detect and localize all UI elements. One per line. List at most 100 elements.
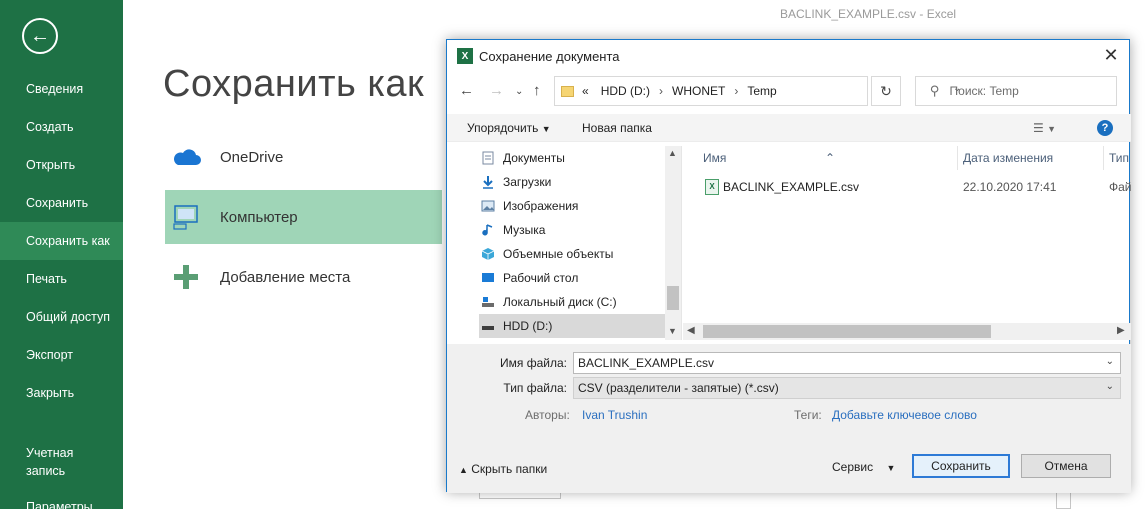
search-input[interactable]: ⚲ Поиск: Temp bbox=[915, 76, 1117, 106]
scroll-down-icon[interactable]: ▼ bbox=[668, 326, 677, 336]
column-name[interactable]: Имя bbox=[703, 151, 726, 165]
plus-icon bbox=[171, 262, 201, 292]
sidebar-item-info[interactable]: Сведения bbox=[0, 70, 123, 108]
up-icon[interactable]: ↑ bbox=[533, 82, 541, 99]
sidebar-item-print[interactable]: Печать bbox=[0, 260, 123, 298]
scrollbar-thumb[interactable] bbox=[667, 286, 679, 310]
documents-icon bbox=[481, 151, 497, 165]
save-dialog: X Сохранение документа ✕ ← → ⌄ ↑ « HDD (… bbox=[446, 39, 1132, 493]
tree-label: Музыка bbox=[503, 223, 546, 237]
location-add-place[interactable]: Добавление места bbox=[165, 250, 442, 304]
pane-divider[interactable] bbox=[681, 146, 682, 340]
chevron-right-icon[interactable]: › bbox=[659, 84, 663, 98]
sidebar-item-new[interactable]: Создать bbox=[0, 108, 123, 146]
scrollbar-thumb[interactable] bbox=[703, 325, 991, 338]
scroll-right-icon[interactable]: ▶ bbox=[1117, 325, 1125, 336]
tree-scrollbar[interactable]: ▲ ▼ bbox=[665, 146, 681, 340]
back-arrow-icon[interactable]: ← bbox=[22, 18, 58, 54]
chevron-down-icon: ⌄ bbox=[1105, 381, 1114, 392]
sidebar-item-open[interactable]: Открыть bbox=[0, 146, 123, 184]
tree-item-3d-objects[interactable]: Объемные объекты bbox=[479, 242, 665, 266]
chevron-down-icon[interactable]: ⌄ bbox=[1106, 356, 1114, 367]
breadcrumb-temp[interactable]: Temp bbox=[747, 84, 776, 98]
dialog-footer: Имя файла: BACLINK_EXAMPLE.csv ⌄ Тип фай… bbox=[447, 344, 1131, 493]
backstage-sidebar: ← Сведения Создать Открыть Сохранить Сох… bbox=[0, 0, 123, 509]
location-onedrive[interactable]: OneDrive bbox=[165, 130, 442, 184]
organize-button[interactable]: Упорядочить ▼ bbox=[467, 121, 551, 135]
sidebar-item-options[interactable]: Параметры bbox=[0, 488, 123, 509]
back-icon[interactable]: ← bbox=[459, 82, 474, 99]
file-name: BACLINK_EXAMPLE.csv bbox=[723, 180, 860, 194]
tools-button[interactable]: Сервис ▼ bbox=[832, 460, 895, 474]
tree-item-hdd-d[interactable]: HDD (D:) bbox=[479, 314, 665, 338]
filetype-select[interactable]: CSV (разделители - запятые) (*.csv) ⌄ bbox=[573, 377, 1121, 399]
dialog-title: Сохранение документа bbox=[479, 48, 620, 64]
tree-label: Документы bbox=[503, 151, 565, 165]
save-button[interactable]: Сохранить bbox=[912, 454, 1010, 478]
navigation-bar: ← → ⌄ ↑ « HDD (D:) › WHONET › Temp ⌄ ↻ ⚲… bbox=[447, 76, 1131, 108]
tools-label: Сервис bbox=[832, 460, 874, 474]
column-date[interactable]: Дата изменения bbox=[963, 151, 1053, 165]
folder-icon bbox=[561, 85, 574, 97]
search-placeholder: Поиск: Temp bbox=[949, 84, 1019, 98]
search-icon: ⚲ bbox=[930, 83, 940, 98]
tree-label: Изображения bbox=[503, 199, 579, 213]
new-folder-button[interactable]: Новая папка bbox=[582, 121, 652, 135]
filename-input[interactable]: BACLINK_EXAMPLE.csv ⌄ bbox=[573, 352, 1121, 374]
chevron-down-icon: ▼ bbox=[541, 124, 551, 134]
sort-ascending-icon: ⌃ bbox=[825, 151, 836, 165]
window-title: BACLINK_EXAMPLE.csv - Excel bbox=[780, 7, 957, 21]
chevron-right-icon[interactable]: › bbox=[734, 84, 738, 98]
recent-locations-icon[interactable]: ⌄ bbox=[515, 86, 523, 97]
breadcrumb-whonet[interactable]: WHONET bbox=[672, 84, 725, 98]
tree-label: HDD (D:) bbox=[503, 319, 553, 333]
organize-label: Упорядочить bbox=[467, 121, 539, 135]
desktop-icon bbox=[481, 271, 497, 285]
column-divider[interactable] bbox=[957, 146, 958, 170]
tree-item-music[interactable]: Музыка bbox=[479, 218, 665, 242]
file-list-header: ⌃ Имя Дата изменения Тип bbox=[683, 146, 1131, 170]
cloud-icon bbox=[171, 142, 201, 172]
sidebar-item-share[interactable]: Общий доступ bbox=[0, 298, 123, 336]
scroll-up-icon[interactable]: ▲ bbox=[668, 148, 677, 158]
pictures-icon bbox=[481, 199, 497, 213]
hide-folders-button[interactable]: ▲ Скрыть папки bbox=[459, 462, 547, 476]
hide-folders-label: Скрыть папки bbox=[471, 462, 548, 476]
filetype-value: CSV (разделители - запятые) (*.csv) bbox=[578, 381, 779, 395]
close-icon[interactable]: ✕ bbox=[1101, 46, 1121, 66]
location-computer[interactable]: Компьютер bbox=[165, 190, 442, 244]
sidebar-item-save-as[interactable]: Сохранить как bbox=[0, 222, 123, 260]
tags-value[interactable]: Добавьте ключевое слово bbox=[832, 408, 977, 422]
downloads-icon bbox=[481, 175, 497, 189]
help-icon[interactable]: ? bbox=[1097, 120, 1113, 136]
authors-label: Авторы: bbox=[525, 408, 570, 422]
file-list-scrollbar[interactable]: ◀ ▶ bbox=[683, 323, 1131, 340]
tree-item-desktop[interactable]: Рабочий стол bbox=[479, 266, 665, 290]
page-title: Сохранить как bbox=[163, 63, 425, 105]
tree-item-pictures[interactable]: Изображения bbox=[479, 194, 665, 218]
tree-label: Рабочий стол bbox=[503, 271, 579, 285]
tree-label: Локальный диск (C:) bbox=[503, 295, 617, 309]
address-bar[interactable]: « HDD (D:) › WHONET › Temp ⌄ bbox=[554, 76, 961, 106]
refresh-icon[interactable]: ↻ bbox=[871, 76, 901, 106]
excel-icon: X bbox=[457, 48, 473, 64]
sidebar-item-save[interactable]: Сохранить bbox=[0, 184, 123, 222]
column-divider[interactable] bbox=[1103, 146, 1104, 170]
sidebar-item-account[interactable]: Учетная запись bbox=[0, 442, 110, 482]
tree-label: Загрузки bbox=[503, 175, 552, 189]
forward-icon[interactable]: → bbox=[489, 82, 504, 99]
tree-item-downloads[interactable]: Загрузки bbox=[479, 170, 665, 194]
scroll-left-icon[interactable]: ◀ bbox=[687, 325, 695, 336]
sidebar-item-close[interactable]: Закрыть bbox=[0, 374, 123, 412]
authors-value[interactable]: Ivan Trushin bbox=[582, 408, 647, 422]
location-label: Добавление места bbox=[220, 268, 351, 286]
file-row[interactable]: X BACLINK_EXAMPLE.csv 22.10.2020 17:41 Ф… bbox=[683, 176, 1132, 198]
tree-item-local-disk-c[interactable]: Локальный диск (C:) bbox=[479, 290, 665, 314]
breadcrumb-hdd[interactable]: HDD (D:) bbox=[601, 84, 650, 98]
tree-item-documents[interactable]: Документы bbox=[479, 146, 665, 170]
cancel-button[interactable]: Отмена bbox=[1021, 454, 1111, 478]
csv-file-icon: X bbox=[705, 179, 719, 195]
sidebar-item-export[interactable]: Экспорт bbox=[0, 336, 123, 374]
view-options-icon[interactable]: ☰ ▼ bbox=[1033, 121, 1056, 135]
column-type[interactable]: Тип bbox=[1109, 151, 1129, 165]
